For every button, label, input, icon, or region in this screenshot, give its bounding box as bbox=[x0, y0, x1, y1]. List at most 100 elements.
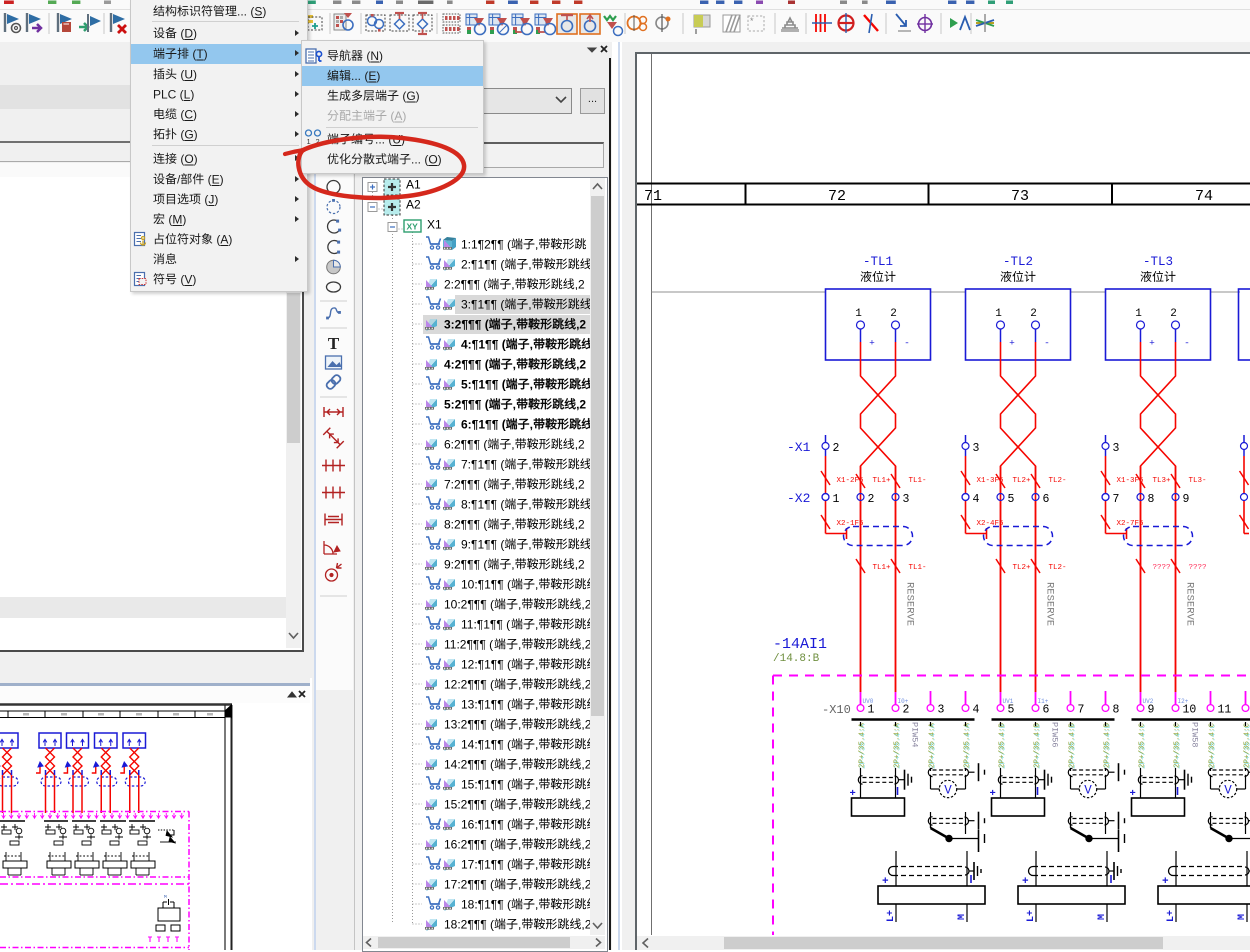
svg-text:TL3+: TL3+ bbox=[1153, 477, 1172, 485]
svg-text:17:2¶¶¶ (: 17:2¶¶¶ ( bbox=[444, 877, 494, 891]
svg-text:1:1¶2¶¶ (: 1:1¶2¶¶ ( bbox=[461, 237, 511, 251]
svg-text:14:2¶¶¶ (: 14:2¶¶¶ ( bbox=[444, 757, 494, 771]
svg-text:,: , bbox=[535, 897, 538, 911]
svg-text:7:¶1¶¶ (: 7:¶1¶¶ ( bbox=[461, 457, 504, 471]
svg-text:(O): (O) bbox=[177, 152, 198, 166]
svg-text:2: 2 bbox=[1030, 308, 1037, 320]
svg-text:11:¶1¶¶ (: 11:¶1¶¶ ( bbox=[461, 617, 510, 631]
svg-text:2: 2 bbox=[1170, 308, 1177, 320]
svg-text:,: , bbox=[511, 517, 514, 531]
svg-text:10:2¶¶¶ (: 10:2¶¶¶ ( bbox=[444, 597, 494, 611]
svg-text:7: 7 bbox=[1078, 704, 1085, 717]
svg-text:,2: ,2 bbox=[575, 437, 585, 451]
svg-text:(D): (D) bbox=[177, 26, 197, 40]
svg-text:PIW58: PIW58 bbox=[1190, 722, 1200, 748]
svg-text:+: + bbox=[1009, 338, 1015, 349]
svg-text:18:2¶¶¶ (: 18:2¶¶¶ ( bbox=[444, 917, 494, 931]
svg-text:4:¶1¶¶ (: 4:¶1¶¶ ( bbox=[461, 337, 506, 351]
svg-text:????: ???? bbox=[1153, 564, 1171, 572]
svg-text:,: , bbox=[535, 617, 538, 631]
svg-text:72: 72 bbox=[828, 188, 846, 205]
svg-text:,2: ,2 bbox=[575, 517, 585, 531]
svg-text:2P+/35.4:A: 2P+/35.4:A bbox=[894, 722, 902, 768]
svg-text:M: M bbox=[1237, 914, 1248, 920]
svg-text:(M): (M) bbox=[165, 212, 186, 226]
svg-text:,: , bbox=[518, 917, 521, 931]
svg-text:L+: L+ bbox=[1026, 910, 1037, 922]
svg-text:,: , bbox=[535, 777, 538, 791]
svg-text:,: , bbox=[513, 317, 516, 331]
svg-text:11: 11 bbox=[1218, 704, 1232, 717]
svg-text:V: V bbox=[1224, 784, 1232, 798]
svg-text:,: , bbox=[528, 257, 531, 271]
svg-text:,: , bbox=[518, 797, 521, 811]
svg-text:10:¶1¶¶ (: 10:¶1¶¶ ( bbox=[461, 577, 511, 591]
svg-text:,: , bbox=[518, 677, 521, 691]
svg-text:12:¶1¶¶ (: 12:¶1¶¶ ( bbox=[461, 657, 511, 671]
svg-text:RESERVE: RESERVE bbox=[904, 582, 916, 626]
svg-text:14:¶1¶¶ (: 14:¶1¶¶ ( bbox=[461, 737, 511, 751]
svg-text:/: / bbox=[177, 172, 181, 186]
svg-text:L+: L+ bbox=[886, 910, 897, 922]
svg-text:,: , bbox=[518, 637, 521, 651]
svg-text:2P+/35.4:A: 2P+/35.4:A bbox=[929, 722, 937, 768]
svg-text:9: 9 bbox=[1183, 493, 1190, 506]
svg-text:/14.8:B: /14.8:B bbox=[773, 653, 820, 665]
svg-text:PIW56: PIW56 bbox=[1050, 722, 1060, 748]
svg-text:15:2¶¶¶ (: 15:2¶¶¶ ( bbox=[444, 797, 494, 811]
svg-text:-TL2: -TL2 bbox=[1003, 255, 1033, 269]
svg-text:2P+/35.4:C: 2P+/35.4:C bbox=[1139, 722, 1147, 768]
svg-text:-X10: -X10 bbox=[822, 703, 851, 717]
svg-text:,: , bbox=[518, 717, 521, 731]
svg-text:8: 8 bbox=[1113, 704, 1120, 717]
svg-text:2P+/35.4:B: 2P+/35.4:B bbox=[1069, 722, 1077, 768]
svg-text:2:¶1¶¶ (: 2:¶1¶¶ ( bbox=[461, 257, 504, 271]
svg-text:-: - bbox=[1184, 338, 1190, 349]
svg-text:XY: XY bbox=[407, 222, 419, 232]
svg-text:(U): (U) bbox=[177, 67, 197, 81]
svg-text:,: , bbox=[518, 597, 521, 611]
svg-text:6:¶1¶¶ (: 6:¶1¶¶ ( bbox=[461, 417, 506, 431]
svg-text:X2-1F5: X2-1F5 bbox=[837, 520, 865, 528]
svg-text:(V): (V) bbox=[177, 272, 196, 286]
svg-text:,: , bbox=[511, 277, 514, 291]
svg-text:,2: ,2 bbox=[575, 477, 585, 491]
svg-text:A1: A1 bbox=[406, 177, 421, 191]
svg-text:RESERVE: RESERVE bbox=[1184, 582, 1196, 626]
svg-text:... (U): ... (U) bbox=[375, 132, 405, 146]
svg-text:UV2: UV2 bbox=[1143, 698, 1154, 705]
svg-text:*: * bbox=[750, 16, 754, 26]
svg-text:,: , bbox=[518, 877, 521, 891]
svg-text:,: , bbox=[513, 397, 516, 411]
svg-text:5: 5 bbox=[1008, 704, 1015, 717]
svg-text:... (E): ... (E) bbox=[351, 69, 380, 83]
svg-text:1: 1 bbox=[868, 704, 875, 717]
svg-text:UV1: UV1 bbox=[1003, 698, 1014, 705]
svg-text:8:2¶¶¶ (: 8:2¶¶¶ ( bbox=[444, 517, 487, 531]
svg-text:V: V bbox=[1084, 784, 1092, 798]
svg-text:,2: ,2 bbox=[576, 397, 586, 411]
svg-text:,: , bbox=[528, 457, 531, 471]
svg-text:X1: X1 bbox=[427, 217, 442, 231]
svg-text:7: 7 bbox=[1113, 493, 1120, 506]
svg-text:TL1-: TL1- bbox=[909, 477, 927, 485]
svg-text:1: 1 bbox=[833, 493, 840, 506]
svg-text:,: , bbox=[535, 817, 538, 831]
svg-text:(C): (C) bbox=[177, 107, 197, 121]
svg-text:TL1+: TL1+ bbox=[873, 477, 892, 485]
svg-text:3:¶1¶¶ (: 3:¶1¶¶ ( bbox=[461, 297, 504, 311]
svg-text:-: - bbox=[904, 338, 910, 349]
svg-text:,: , bbox=[511, 437, 514, 451]
svg-text:-: - bbox=[1044, 338, 1050, 349]
svg-text:(T): (T) bbox=[189, 47, 208, 61]
svg-text:9:¶1¶¶ (: 9:¶1¶¶ ( bbox=[461, 537, 504, 551]
svg-text:13:¶1¶¶ (: 13:¶1¶¶ ( bbox=[461, 697, 511, 711]
svg-text:,: , bbox=[530, 417, 533, 431]
svg-text:2P+/35.4:C: 2P+/35.4:C bbox=[1209, 722, 1217, 768]
svg-text:,: , bbox=[511, 477, 514, 491]
svg-text:,: , bbox=[518, 837, 521, 851]
svg-text:2P+/35.4:A: 2P+/35.4:A bbox=[964, 722, 972, 768]
svg-text:2: 2 bbox=[316, 137, 320, 146]
svg-text:2: 2 bbox=[868, 493, 875, 506]
svg-text:15:¶1¶¶ (: 15:¶1¶¶ ( bbox=[461, 777, 511, 791]
